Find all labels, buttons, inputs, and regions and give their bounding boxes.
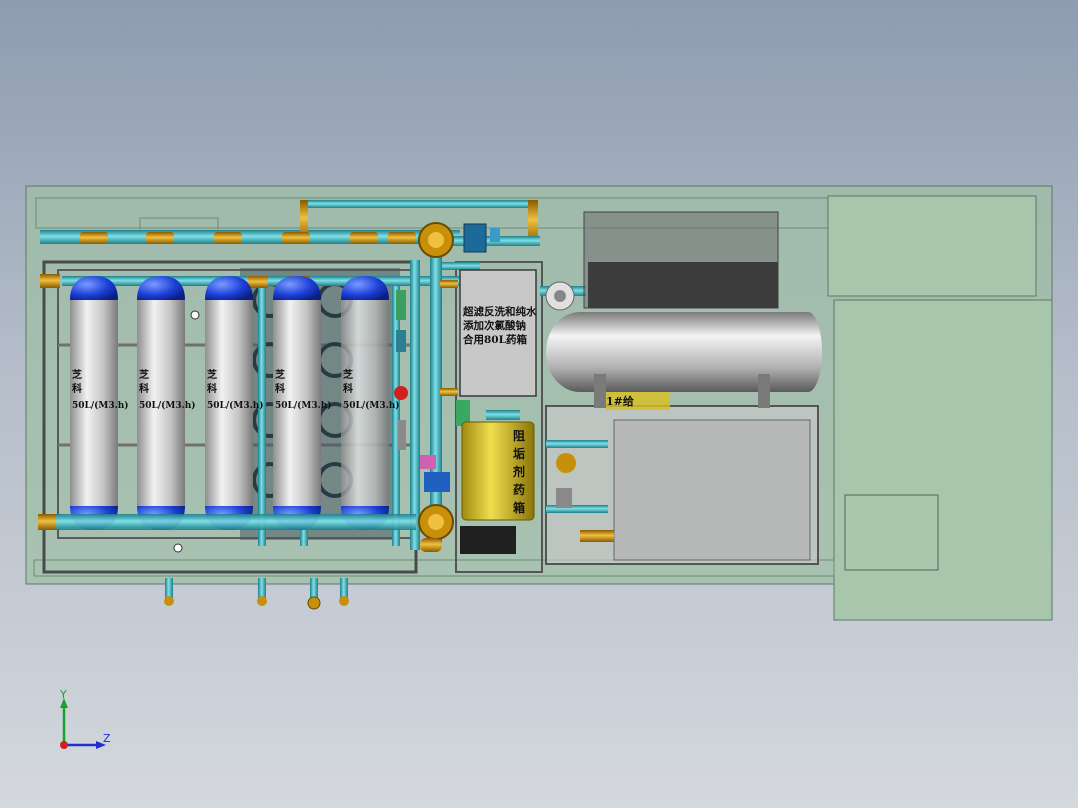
vessel-4-label-line2: 科 (275, 382, 285, 395)
scale-tank-char-4: 药 (513, 482, 525, 497)
vessel-1-label-line2: 科 (72, 382, 82, 395)
antiscalant-tank: 阻 垢 剂 药 箱 (461, 421, 535, 521)
vessel-2-label-line1: 芝 (139, 368, 149, 381)
vessel-4-spec: 50L/(M3.h) (275, 400, 332, 411)
scale-tank-char-3: 剂 (512, 464, 525, 479)
dosing-box-line3: 合用80L药箱 (462, 333, 527, 346)
scale-tank-char-2: 垢 (513, 446, 525, 461)
scale-tank-char-5: 箱 (513, 500, 525, 515)
vessel-3-spec: 50L/(M3.h) (207, 400, 264, 411)
dosing-box-line1: 超滤反洗和纯水 (462, 305, 537, 318)
flange-valve-top (418, 222, 454, 258)
vessel-5-label-line2: 科 (343, 382, 353, 395)
vessel-1-spec: 50L/(M3.h) (72, 400, 129, 411)
vessel-3-label-line2: 科 (207, 382, 217, 395)
vessel-3-label-line1: 芝 (207, 368, 217, 381)
axis-z-label: Z (103, 732, 111, 745)
vessel-1-label-line1: 芝 (72, 368, 82, 381)
cad-viewport: 芝 科 50L/(M3.h) 芝 科 50L/(M3.h) 芝 科 50L/(M… (25, 185, 1053, 749)
dosing-box: 超滤反洗和纯水 添加次氯酸钠 合用80L药箱 (459, 269, 537, 397)
motor-housing (583, 211, 779, 309)
vessel-2-label-line2: 科 (139, 382, 149, 395)
vessel-4-label-line1: 芝 (275, 368, 285, 381)
vessel-5-spec: 50L/(M3.h) (343, 400, 400, 411)
tank-band-label: 1#给 (606, 394, 634, 408)
dosing-box-line2: 添加次氯酸钠 (463, 319, 526, 332)
axis-y-label: Y (59, 688, 67, 701)
scale-tank-char-1: 阻 (513, 428, 525, 443)
axis-triad: Y Z (59, 688, 111, 749)
vessel-5-label-line1: 芝 (343, 368, 353, 381)
vessel-2-spec: 50L/(M3.h) (139, 400, 196, 411)
